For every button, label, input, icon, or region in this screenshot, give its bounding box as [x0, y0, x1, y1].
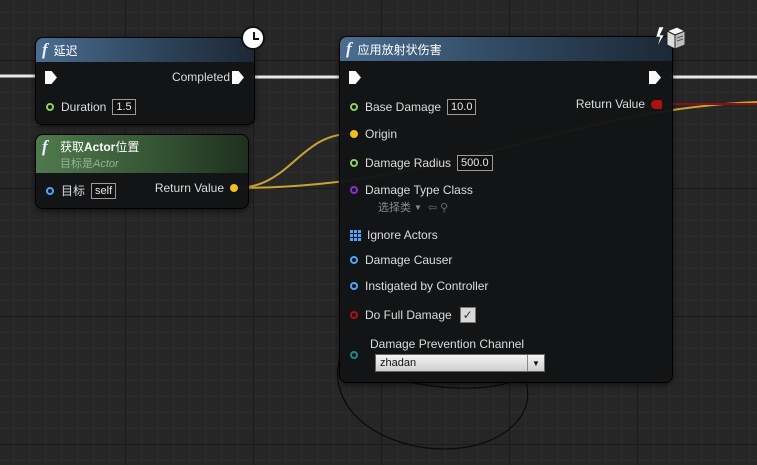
return-value-row: Return Value [155, 181, 238, 195]
browse-search-icon[interactable]: ⚲ [440, 201, 448, 214]
completed-label: Completed [171, 70, 230, 84]
delay-node-header[interactable]: f 延迟 [36, 38, 254, 62]
damage-causer-label: Damage Causer [365, 253, 453, 267]
vector-wire-origin [235, 133, 351, 189]
exec-in-pin[interactable] [349, 71, 361, 84]
prevention-label: Damage Prevention Channel [370, 337, 525, 351]
target-row: 目标 self [46, 182, 117, 199]
damage-radius-input[interactable]: 500.0 [457, 155, 493, 171]
get-actor-location-subtitle: 目标是Actor [60, 157, 119, 170]
get-actor-location-header[interactable]: f 获取Actor位置 目标是Actor [36, 135, 248, 173]
apply-radial-damage-title: 应用放射状伤害 [357, 42, 442, 57]
damage-radius-label: Damage Radius [365, 156, 452, 170]
function-icon: f [346, 39, 352, 58]
origin-row: Origin [350, 127, 397, 141]
array-pin-icon[interactable] [350, 229, 361, 241]
base-damage-label: Base Damage [365, 100, 442, 114]
instigated-pin[interactable] [350, 282, 358, 290]
damage-return-row: Return Value [576, 97, 662, 111]
exec-in-pin[interactable] [45, 71, 57, 84]
base-damage-input[interactable]: 10.0 [447, 99, 477, 115]
return-value-pin[interactable] [651, 99, 662, 109]
damage-causer-row: Damage Causer [350, 253, 452, 267]
apply-radial-damage-header[interactable]: f 应用放射状伤害 [340, 37, 672, 61]
target-label: 目标 [61, 184, 86, 198]
full-damage-row: Do Full Damage ✓ [350, 307, 476, 323]
origin-pin[interactable] [350, 130, 358, 138]
completed-exec-pin[interactable] [232, 71, 244, 84]
apply-radial-damage-node[interactable]: f 应用放射状伤害 Return Value Base Damage 10.0 … [340, 37, 672, 382]
damage-type-select[interactable]: 选择类 ▼ [378, 199, 422, 215]
duration-row: Duration 1.5 [46, 99, 136, 115]
base-damage-row: Base Damage 10.0 [350, 99, 477, 115]
damage-radius-row: Damage Radius 500.0 [350, 155, 493, 171]
server-authority-icon [655, 25, 687, 51]
prevention-row: Damage Prevention Channel [370, 337, 524, 351]
return-value-pin[interactable] [230, 184, 238, 192]
return-value-label: Return Value [154, 181, 224, 195]
instigated-label: Instigated by Controller [365, 279, 489, 293]
duration-input[interactable]: 1.5 [112, 99, 136, 115]
use-selected-arrow-icon[interactable]: ⇦ [428, 201, 437, 214]
chevron-down-icon: ▼ [414, 202, 422, 212]
prevention-dropdown-value: zhadan [380, 357, 417, 369]
damage-type-select-row: 选择类 ▼ ⇦ ⚲ [378, 199, 448, 215]
get-actor-location-node[interactable]: f 获取Actor位置 目标是Actor 目标 self Return Valu… [36, 135, 248, 208]
duration-pin[interactable] [46, 103, 54, 111]
ignore-actors-label: Ignore Actors [367, 228, 438, 242]
damage-causer-pin[interactable] [350, 256, 358, 264]
prevention-pin-row [350, 351, 365, 359]
full-damage-pin[interactable] [350, 311, 358, 319]
damage-type-row: Damage Type Class [350, 183, 473, 197]
get-actor-location-title: 获取Actor位置 [60, 139, 140, 154]
base-damage-pin[interactable] [350, 103, 358, 111]
clock-icon [241, 26, 265, 50]
delay-node-title: 延迟 [53, 43, 78, 58]
completed-row: Completed [172, 70, 230, 84]
origin-label: Origin [365, 127, 398, 141]
function-icon: f [42, 137, 48, 156]
full-damage-checkbox[interactable]: ✓ [459, 307, 476, 323]
full-damage-label: Do Full Damage [365, 308, 452, 322]
function-icon: f [42, 40, 48, 59]
damage-return-label: Return Value [575, 97, 645, 111]
damage-type-label: Damage Type Class [365, 183, 473, 197]
delay-node[interactable]: f 延迟 Completed Duration 1.5 [36, 38, 254, 124]
prevention-pin[interactable] [350, 351, 358, 359]
duration-label: Duration [61, 100, 107, 114]
ignore-actors-row: Ignore Actors [350, 228, 438, 242]
chevron-down-icon[interactable]: ▼ [527, 355, 544, 371]
exec-out-pin[interactable] [649, 71, 661, 84]
instigated-row: Instigated by Controller [350, 279, 488, 293]
target-value[interactable]: self [91, 182, 117, 199]
damage-radius-pin[interactable] [350, 159, 358, 167]
target-pin[interactable] [46, 186, 54, 195]
prevention-dropdown[interactable]: zhadan ▼ [375, 354, 545, 372]
damage-type-pin[interactable] [350, 186, 358, 194]
